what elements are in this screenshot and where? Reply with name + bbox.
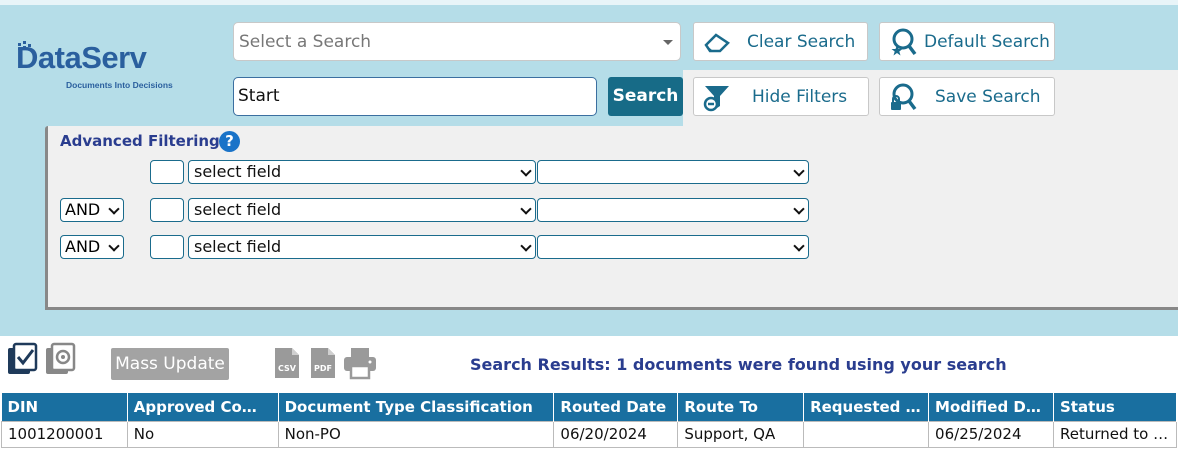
column-header-modified-date[interactable]: Modified D… (928, 393, 1054, 421)
saved-search-select[interactable]: Select a Search (233, 22, 681, 61)
eraser-icon (704, 33, 730, 53)
column-header-din[interactable]: DIN (1, 393, 128, 421)
column-header-document-type[interactable]: Document Type Classification (278, 393, 555, 421)
results-table: DIN Approved Co… Document Type Classific… (1, 393, 1178, 448)
chevron-down-icon (793, 240, 805, 252)
table-header-row: DIN Approved Co… Document Type Classific… (1, 393, 1178, 421)
column-header-requested[interactable]: Requested … (803, 393, 930, 421)
filter-row-3-paren[interactable] (150, 235, 184, 259)
cell-document-type: Non-PO (277, 420, 555, 448)
hide-filters-label: Hide Filters (752, 87, 848, 107)
chevron-down-icon (793, 165, 805, 177)
chevron-down-icon (793, 203, 805, 215)
view-documents-icon[interactable] (44, 342, 76, 378)
filter-row-3-operator[interactable]: AND (60, 235, 124, 259)
cell-routed-date: 06/20/2024 (553, 420, 679, 448)
filter-row-3-value-select[interactable] (537, 235, 809, 259)
print-icon[interactable] (342, 346, 378, 380)
chevron-down-icon (108, 240, 120, 252)
column-header-status[interactable]: Status (1053, 393, 1178, 421)
cell-requested (803, 420, 930, 448)
search-results-summary: Search Results: 1 documents were found u… (470, 355, 1007, 374)
chevron-down-icon (520, 203, 532, 215)
mass-update-button[interactable]: Mass Update (111, 348, 229, 380)
default-search-label: Default Search (924, 32, 1050, 52)
caret-down-icon (663, 40, 673, 45)
help-icon[interactable]: ? (219, 131, 240, 152)
pdf-label: PDF (314, 364, 332, 373)
export-pdf-icon[interactable]: PDF (309, 346, 337, 380)
dataserv-logo: DataServ Documents Into Decisions (16, 40, 206, 100)
filter-row-3-operator-label: AND (65, 237, 101, 256)
top-stripe (0, 0, 1178, 5)
cell-approved: No (126, 420, 279, 448)
save-search-button[interactable]: Save Search (879, 77, 1055, 116)
advanced-filter-panel: Advanced Filtering ? select field AND se… (45, 126, 1178, 310)
clear-search-button[interactable]: Clear Search (693, 22, 868, 61)
chevron-down-icon (520, 240, 532, 252)
default-search-button[interactable]: Default Search (879, 22, 1055, 61)
chevron-down-icon (520, 165, 532, 177)
filter-row-3-field-label: select field (194, 237, 282, 256)
search-input[interactable]: Start (233, 77, 597, 116)
filter-row-1-paren[interactable] (150, 160, 184, 184)
filter-row-2-operator[interactable]: AND (60, 198, 124, 222)
save-search-label: Save Search (935, 87, 1041, 107)
filter-row-2-field-label: select field (194, 200, 282, 219)
filter-row-3-field-select[interactable]: select field (188, 235, 536, 259)
search-lock-icon (891, 83, 917, 111)
advanced-filtering-title: Advanced Filtering (60, 132, 220, 150)
clear-search-label: Clear Search (747, 32, 856, 52)
logo-tagline: Documents Into Decisions (66, 80, 173, 90)
hide-filters-button[interactable]: Hide Filters (693, 77, 869, 116)
filter-row-2-value-select[interactable] (537, 198, 809, 222)
saved-search-placeholder: Select a Search (239, 32, 372, 52)
column-header-approved[interactable]: Approved Co… (127, 393, 279, 421)
filter-row-1-field-label: select field (194, 162, 282, 181)
logo-text: DataServ (16, 40, 147, 75)
cell-status: Returned to … (1052, 420, 1178, 448)
filter-row-1-value-select[interactable] (537, 160, 809, 184)
select-all-checkbox-icon[interactable] (6, 342, 38, 378)
search-star-icon (891, 28, 917, 56)
cell-route-to: Support, QA (677, 420, 805, 448)
search-button[interactable]: Search (608, 77, 683, 116)
filter-icon (703, 86, 729, 112)
cell-din[interactable]: 1001200001 (1, 420, 128, 448)
table-row[interactable]: 1001200001 No Non-PO 06/20/2024 Support,… (1, 420, 1178, 448)
filter-row-1-field-select[interactable]: select field (188, 160, 536, 184)
csv-label: CSV (278, 364, 297, 373)
export-csv-icon[interactable]: CSV (273, 346, 301, 380)
chevron-down-icon (108, 203, 120, 215)
filter-row-2-operator-label: AND (65, 200, 101, 219)
cell-modified-date: 06/25/2024 (928, 420, 1054, 448)
filter-row-2-field-select[interactable]: select field (188, 198, 536, 222)
column-header-routed-date[interactable]: Routed Date (553, 393, 679, 421)
filter-row-2-paren[interactable] (150, 198, 184, 222)
column-header-route-to[interactable]: Route To (677, 393, 805, 421)
